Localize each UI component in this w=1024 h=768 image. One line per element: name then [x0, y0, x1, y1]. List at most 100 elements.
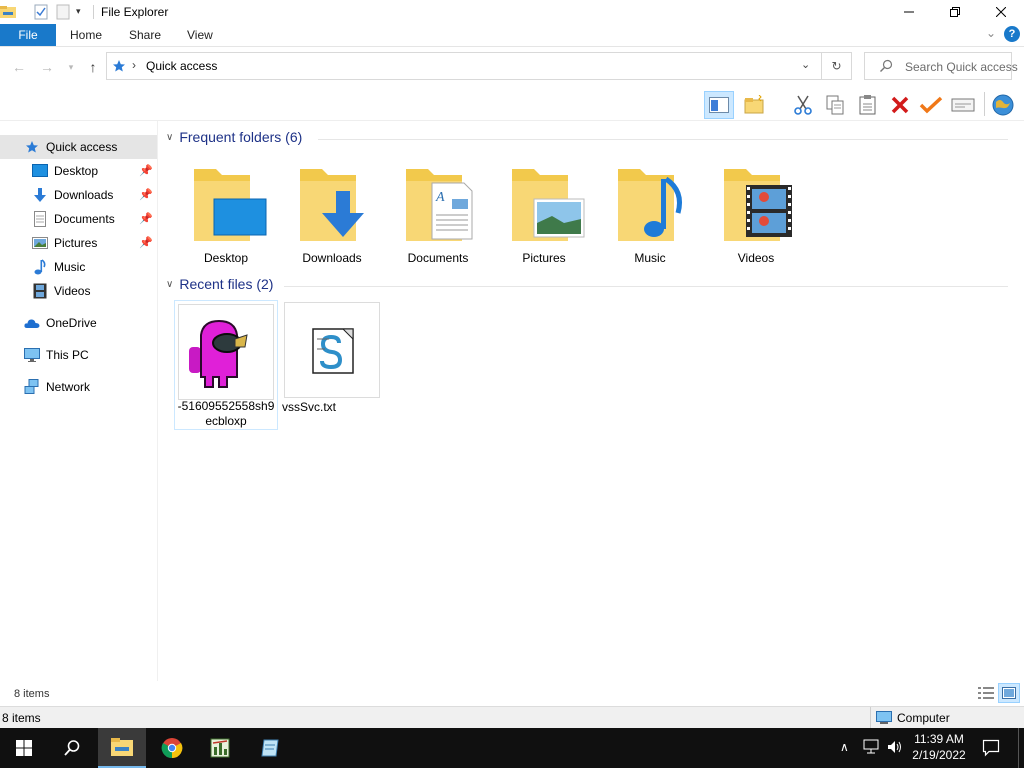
address-dropdown-icon[interactable]: ⌄: [801, 58, 810, 71]
computer-icon: [24, 347, 40, 363]
taskbar-chrome[interactable]: [148, 728, 196, 768]
ribbon-tabs: File Home Share View ⌄ ?: [0, 24, 1024, 47]
recent-files-title: Recent files (2): [179, 276, 274, 292]
taskbar-file-explorer[interactable]: [98, 728, 146, 768]
folder-desktop[interactable]: Desktop: [176, 161, 276, 271]
file-label: vssSvc.txt: [282, 400, 337, 414]
sidebar-item-pictures[interactable]: Pictures 📌: [0, 231, 157, 255]
music-folder-icon: [618, 169, 682, 241]
rename-button[interactable]: [918, 92, 944, 118]
chevron-down-icon: ∨: [166, 131, 174, 143]
folder-label: Videos: [737, 251, 775, 265]
forward-button[interactable]: →: [38, 58, 56, 76]
sidebar-item-network[interactable]: Network: [0, 375, 157, 399]
sidebar-item-this-pc[interactable]: This PC: [0, 343, 157, 367]
volume-icon[interactable]: [886, 739, 904, 758]
windows-logo-icon: [16, 740, 32, 756]
search-taskbar-button[interactable]: [48, 728, 96, 768]
expand-ribbon-icon[interactable]: ⌄: [986, 26, 996, 40]
folder-documents[interactable]: A Documents: [388, 161, 488, 271]
status-bar: 8 items: [0, 682, 1024, 706]
sidebar-item-label: Documents: [54, 212, 115, 226]
tab-view[interactable]: View: [187, 28, 213, 42]
folder-music[interactable]: Music: [600, 161, 700, 271]
network-globe-button[interactable]: [990, 92, 1016, 118]
refresh-button[interactable]: ↻: [822, 52, 852, 80]
sidebar-item-documents[interactable]: Documents 📌: [0, 207, 157, 231]
taskbar-notepad-app[interactable]: [246, 728, 294, 768]
frequent-folders-header[interactable]: ∨ Frequent folders (6): [166, 129, 302, 145]
pin-icon: 📌: [139, 213, 153, 225]
documents-icon: [32, 211, 48, 227]
tab-file[interactable]: File: [0, 24, 56, 46]
videos-icon: [32, 283, 48, 299]
refresh-icon: ↻: [831, 59, 842, 73]
up-button[interactable]: ↑: [84, 58, 102, 76]
cut-button[interactable]: [790, 92, 816, 118]
address-row: ← → ▾ ↑ › Quick access ⌄ ↻ Search Quick …: [0, 47, 1024, 87]
close-icon: [996, 7, 1006, 17]
copy-button[interactable]: [822, 92, 848, 118]
paste-button[interactable]: [855, 92, 881, 118]
large-icons-view-icon: [1002, 687, 1016, 699]
search-input[interactable]: Search Quick access: [864, 52, 1018, 80]
details-view-button[interactable]: [978, 686, 994, 703]
folder-pictures[interactable]: Pictures: [494, 161, 594, 271]
minimize-button[interactable]: [886, 0, 932, 24]
pictures-folder-icon: [512, 169, 585, 241]
back-arrow-icon: ←: [12, 59, 26, 75]
address-bar[interactable]: › Quick access ⌄: [106, 52, 822, 80]
content-area: ∨ Frequent folders (6) Desktop Downloads…: [158, 121, 1024, 681]
back-button[interactable]: ←: [10, 58, 28, 76]
text-file-icon: [312, 328, 354, 374]
restore-button[interactable]: [932, 0, 978, 24]
sidebar-item-label: Desktop: [54, 164, 99, 178]
sidebar-item-label: This PC: [46, 348, 89, 362]
properties-icon[interactable]: [34, 4, 48, 23]
clock[interactable]: 11:39 AM 2/19/2022: [904, 732, 974, 762]
folder-downloads[interactable]: Downloads: [282, 161, 382, 271]
svg-text:A: A: [435, 190, 445, 205]
sidebar-item-onedrive[interactable]: OneDrive: [0, 311, 157, 335]
sidebar-item-downloads[interactable]: Downloads 📌: [0, 183, 157, 207]
close-button[interactable]: [978, 0, 1024, 24]
folder-label: Pictures: [522, 251, 566, 265]
show-hidden-icons-icon[interactable]: ∧: [840, 740, 849, 754]
large-icons-view-button[interactable]: [998, 683, 1020, 703]
sidebar-item-label: Network: [46, 380, 91, 394]
properties-button[interactable]: [950, 92, 976, 118]
recent-files-header[interactable]: ∨ Recent files (2): [166, 276, 273, 292]
image-thumbnail-icon: [189, 319, 248, 388]
action-center-icon: [982, 739, 1000, 757]
quick-access-star-icon: [24, 139, 40, 155]
minimize-icon: [904, 11, 914, 13]
start-button[interactable]: [0, 728, 48, 768]
window-title: File Explorer: [101, 5, 169, 19]
delete-button[interactable]: [887, 92, 913, 118]
folder-label: Desktop: [203, 251, 249, 265]
sidebar-item-label: Videos: [54, 284, 91, 298]
breadcrumb-chevron-icon: ›: [132, 58, 136, 72]
sidebar-item-desktop[interactable]: Desktop 📌: [0, 159, 157, 183]
tab-share[interactable]: Share: [129, 28, 161, 42]
title-bar: ▾ File Explorer: [0, 0, 1024, 24]
globe-icon: [992, 94, 1014, 116]
network-status-icon[interactable]: [862, 739, 880, 758]
folder-videos[interactable]: Videos: [706, 161, 806, 271]
customize-quick-access-icon[interactable]: ▾: [76, 6, 81, 17]
show-desktop-button[interactable]: [1018, 728, 1024, 768]
preview-pane-button[interactable]: [704, 91, 734, 119]
sidebar-item-videos[interactable]: Videos: [0, 279, 157, 303]
file-tile-image[interactable]: -51609552558sh9ecbloxp: [174, 300, 278, 430]
recent-locations-button[interactable]: ▾: [62, 58, 80, 76]
sidebar-item-quick-access[interactable]: Quick access: [0, 135, 157, 159]
pin-icon: 📌: [139, 165, 153, 177]
new-folder-quick-icon[interactable]: [56, 4, 70, 23]
notifications-button[interactable]: [982, 739, 1000, 760]
sidebar-item-music[interactable]: Music: [0, 255, 157, 279]
taskbar-spreadsheet-app[interactable]: [196, 728, 244, 768]
help-icon[interactable]: ?: [1004, 26, 1020, 42]
breadcrumb-quick-access[interactable]: Quick access: [146, 59, 217, 73]
new-folder-button[interactable]: [742, 92, 768, 118]
tab-home[interactable]: Home: [70, 28, 102, 42]
